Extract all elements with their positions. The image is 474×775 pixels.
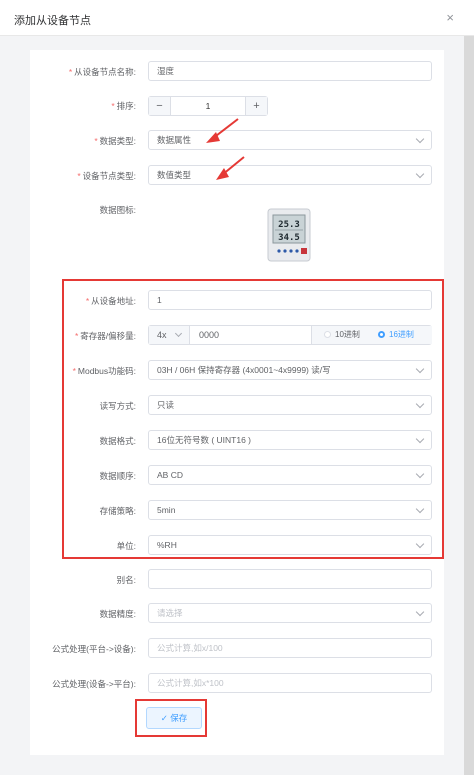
add-slave-node-dialog: 添加从设备节点 × * 从设备节点名称: 湿度 * 排序: − 1 + * 数据类型:… [0,0,474,775]
data-icon-label: 数据图标: [99,205,136,215]
node-type-label: * 设备节点类型: [77,171,136,181]
annotation-box-save [135,699,207,737]
formula-down-label: 公式处理(设备->平台): [52,679,136,689]
scrollbar[interactable] [464,36,474,775]
order-label: * 排序: [111,101,136,111]
display-top-value: 25.3 [278,220,300,230]
annotation-arrow-node-type [216,156,245,180]
order-value[interactable]: 1 [171,97,245,115]
data-type-label: * 数据类型: [94,136,136,146]
annotation-box-modbus [62,279,444,559]
annotation-arrow-data-type [206,118,239,143]
data-type-select[interactable]: 数据属性 [148,130,432,150]
close-icon[interactable]: × [446,10,454,25]
formula-up-input[interactable]: 公式计算,如x/100 [148,638,432,658]
alias-label: 别名: [116,575,136,585]
increment-button[interactable]: + [245,97,267,115]
sensor-device-image[interactable]: 25.3 34.5 [265,207,313,263]
order-stepper[interactable]: − 1 + [148,96,268,116]
alias-input[interactable] [148,569,432,589]
name-label: * 从设备节点名称: [68,67,136,77]
decrement-button[interactable]: − [149,97,171,115]
precision-select[interactable]: 请选择 [148,603,432,623]
display-bottom-value: 34.5 [278,233,300,243]
formula-down-input[interactable]: 公式计算,如x*100 [148,673,432,693]
formula-up-label: 公式处理(平台->设备): [52,644,136,654]
precision-label: 数据精度: [99,609,136,619]
dialog-header: 添加从设备节点 × [0,0,474,36]
node-type-select[interactable]: 数值类型 [148,165,432,185]
name-input[interactable]: 湿度 [148,61,432,81]
dialog-title: 添加从设备节点 [14,15,91,27]
